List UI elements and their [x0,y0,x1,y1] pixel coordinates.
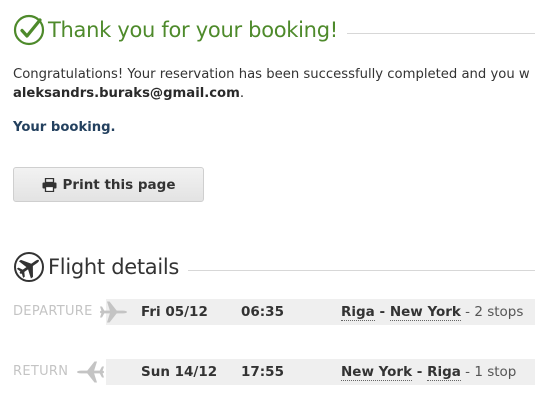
flight-details-header: Flight details [13,250,535,284]
departure-time: 06:35 [241,304,284,320]
confirmation-message: Congratulations! Your reservation has be… [13,65,535,103]
departure-flight-row: DEPARTURE Fri 05/12 06:35 Riga - New Yor… [0,299,535,325]
return-label: RETURN [13,364,69,379]
return-date: Sun 14/12 [141,364,218,380]
departure-route: Riga - New York - 2 stops [341,304,524,321]
plane-departure-icon [100,301,127,323]
header-divider [346,32,535,34]
check-circle-icon [13,14,45,46]
return-time: 17:55 [241,364,284,380]
departure-origin-city[interactable]: Riga [341,304,375,321]
return-flight-row: RETURN Sun 14/12 17:55 New York - Riga -… [0,359,535,385]
departure-stops: - 2 stops [460,304,524,320]
return-origin-city[interactable]: New York [341,364,413,381]
confirmation-message-text: Congratulations! Your reservation has be… [13,67,530,82]
return-route: New York - Riga - 1 stop [341,364,517,381]
plane-return-icon [77,361,104,383]
route-separator: - [374,304,390,320]
departure-label: DEPARTURE [13,304,93,319]
plane-circle-icon [14,252,44,282]
confirmation-email-line: aleksandrs.buraks@gmail.com. [13,84,535,103]
departure-date: Fri 05/12 [141,304,208,320]
print-page-button[interactable]: Print this page [13,167,204,202]
confirmation-title: Thank you for your booking! [48,18,338,42]
booking-confirmation-page: Thank you for your booking! Congratulati… [0,0,535,409]
printer-icon [42,177,57,192]
return-stops: - 1 stop [460,364,517,380]
flight-details-title: Flight details [48,255,180,279]
departure-destination-city[interactable]: New York [389,304,461,321]
your-booking-label: Your booking. [13,120,116,135]
flight-header-divider [188,269,535,271]
email-period: . [239,86,245,101]
route-separator: - [412,364,428,380]
confirmation-header: Thank you for your booking! [13,12,535,48]
confirmation-email: aleksandrs.buraks@gmail.com [13,86,240,101]
print-button-label: Print this page [62,176,176,193]
return-destination-city[interactable]: Riga [427,364,461,381]
